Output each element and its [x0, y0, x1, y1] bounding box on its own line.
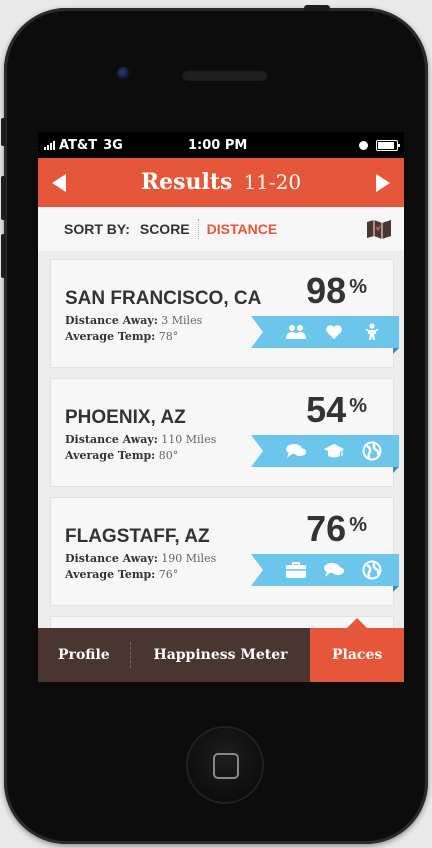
city-name: SAN FRANCISCO, CA: [65, 288, 262, 309]
score-number: 76: [306, 508, 347, 549]
temp-label: Average Temp:: [65, 330, 156, 343]
map-icon[interactable]: [366, 219, 392, 239]
chat-icon: [285, 440, 307, 462]
temp-row: Average Temp: 78°: [65, 330, 178, 343]
sort-label: SORT BY:: [64, 221, 130, 237]
app-screen: AT&T 3G 1:00 PM Results 11-20 SORT BY: S…: [38, 132, 404, 682]
home-square-icon: [213, 753, 239, 779]
tab-happiness-meter[interactable]: Happiness Meter: [131, 628, 311, 682]
tab-profile[interactable]: Profile: [38, 628, 130, 682]
temp-label: Average Temp:: [65, 449, 156, 462]
group-icon: [285, 321, 307, 343]
header-range: 11-20: [243, 170, 302, 194]
battery-icon: [376, 139, 400, 151]
network-label: 3G: [103, 137, 123, 153]
previous-page-arrow-icon[interactable]: [52, 174, 66, 192]
temp-row: Average Temp: 80°: [65, 449, 178, 462]
distance-value: 3 Miles: [161, 314, 203, 327]
category-ribbon: [251, 435, 399, 473]
score-value: 76%: [306, 508, 367, 550]
temp-label: Average Temp:: [65, 568, 156, 581]
score-unit: %: [349, 514, 367, 536]
score-unit: %: [349, 395, 367, 417]
sleep-button: [304, 5, 330, 11]
front-camera: [117, 67, 130, 80]
briefcase-icon: [285, 559, 307, 581]
carrier-label: AT&T: [59, 137, 98, 153]
earpiece-speaker: [182, 69, 268, 81]
sort-option-distance[interactable]: DISTANCE: [207, 221, 278, 237]
category-ribbon: [251, 554, 399, 592]
result-card[interactable]: SAN FRANCISCO, CA Distance Away: 3 Miles…: [50, 259, 399, 368]
mute-switch: [1, 118, 6, 146]
tab-bar: Profile Happiness Meter Places: [38, 618, 404, 682]
score-number: 98: [306, 270, 347, 311]
home-button[interactable]: [188, 728, 262, 802]
city-name: FLAGSTAFF, AZ: [65, 526, 210, 547]
globe-icon: [361, 440, 383, 462]
next-page-arrow-icon[interactable]: [376, 174, 390, 192]
graduation-cap-icon: [323, 440, 345, 462]
distance-label: Distance Away:: [65, 552, 158, 565]
status-time: 1:00 PM: [188, 137, 248, 153]
city-name: PHOENIX, AZ: [65, 407, 186, 428]
temp-row: Average Temp: 76°: [65, 568, 178, 581]
sort-bar: SORT BY: SCORE DISTANCE: [38, 207, 404, 252]
volume-up-button: [1, 176, 6, 220]
alarm-icon: [359, 140, 368, 150]
temp-value: 80°: [158, 449, 179, 462]
sort-divider: [197, 219, 199, 239]
score-unit: %: [349, 276, 367, 298]
category-ribbon: [251, 316, 399, 354]
header-title: Results: [140, 169, 233, 195]
distance-label: Distance Away:: [65, 314, 158, 327]
status-bar: AT&T 3G 1:00 PM: [38, 132, 404, 158]
result-card[interactable]: PHOENIX, AZ Distance Away: 110 Miles Ave…: [50, 378, 399, 487]
tab-places[interactable]: Places: [310, 618, 404, 682]
distance-value: 110 Miles: [161, 433, 217, 446]
distance-row: Distance Away: 3 Miles: [65, 314, 202, 327]
score-value: 54%: [306, 389, 367, 431]
temp-value: 76°: [158, 568, 179, 581]
signal-icon: [44, 140, 55, 150]
distance-row: Distance Away: 190 Miles: [65, 552, 216, 565]
chat-icon: [323, 559, 345, 581]
distance-row: Distance Away: 110 Miles: [65, 433, 216, 446]
distance-label: Distance Away:: [65, 433, 158, 446]
baby-icon: [361, 321, 383, 343]
sort-option-score[interactable]: SCORE: [140, 221, 190, 237]
score-value: 98%: [306, 270, 367, 312]
score-number: 54: [306, 389, 347, 430]
heart-icon: [323, 321, 345, 343]
result-card[interactable]: FLAGSTAFF, AZ Distance Away: 190 Miles A…: [50, 497, 399, 606]
globe-icon: [361, 559, 383, 581]
results-header: Results 11-20: [38, 158, 404, 207]
distance-value: 190 Miles: [161, 552, 217, 565]
results-list: SAN FRANCISCO, CA Distance Away: 3 Miles…: [38, 252, 404, 648]
temp-value: 78°: [158, 330, 179, 343]
volume-down-button: [1, 234, 6, 278]
